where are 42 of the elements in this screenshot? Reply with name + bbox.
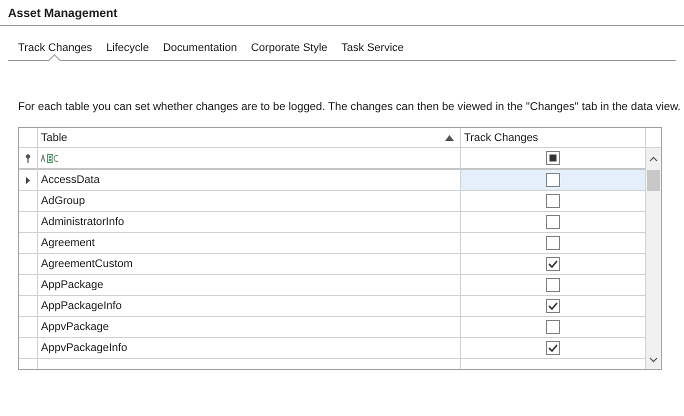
- scroll-up-icon[interactable]: [649, 156, 658, 162]
- checkbox[interactable]: [546, 341, 560, 355]
- checkbox[interactable]: [546, 173, 560, 187]
- checkbox[interactable]: [546, 151, 560, 165]
- table-cell[interactable]: AdGroup: [38, 191, 461, 212]
- table-cell[interactable]: AgreementCustom: [38, 254, 461, 275]
- vertical-scrollbar[interactable]: [646, 148, 661, 369]
- row-indicator-cell[interactable]: [19, 233, 38, 254]
- row-indicator-cell[interactable]: [19, 296, 38, 317]
- filter-pin-icon: [25, 154, 31, 162]
- tab[interactable]: Documentation: [156, 36, 244, 59]
- table-cell[interactable]: AccessData: [38, 170, 461, 191]
- checkbox[interactable]: [546, 278, 560, 292]
- row-indicator-cell[interactable]: [19, 317, 38, 338]
- row-indicator-cell[interactable]: [19, 191, 38, 212]
- tab[interactable]: Task Service: [334, 36, 411, 59]
- checkbox[interactable]: [546, 236, 560, 250]
- description-text: For each table you can set whether changes are to be logged. The changes can then be viewed in the "Changes" tab in the data view.: [18, 101, 681, 113]
- text-filter-icon[interactable]: [41, 154, 59, 162]
- checkbox[interactable]: [546, 194, 560, 208]
- table-cell[interactable]: AppPackage: [38, 275, 461, 296]
- checkbox[interactable]: [546, 320, 560, 334]
- row-indicator-cell[interactable]: [19, 212, 38, 233]
- table-cell[interactable]: AppPackageInfo: [38, 296, 461, 317]
- table-cell[interactable]: AdministratorInfo: [38, 212, 461, 233]
- table-cell[interactable]: AppvPackageInfo: [38, 338, 461, 359]
- window-title: Asset Management: [8, 5, 118, 22]
- tab[interactable]: Lifecycle: [99, 36, 156, 59]
- column-header[interactable]: Track Changes: [461, 128, 646, 148]
- tab[interactable]: Corporate Style: [244, 36, 334, 59]
- column-header[interactable]: Table: [38, 128, 461, 148]
- row-indicator-cell[interactable]: [19, 275, 38, 296]
- row-indicator-cell[interactable]: [19, 254, 38, 275]
- checkbox[interactable]: [546, 257, 560, 271]
- table-cell[interactable]: AppvPackage: [38, 317, 461, 338]
- scroll-down-icon[interactable]: [649, 357, 658, 363]
- scrollbar-thumb[interactable]: [647, 170, 660, 191]
- row-indicator-cell[interactable]: [19, 170, 38, 191]
- checkbox[interactable]: [546, 215, 560, 229]
- table-cell[interactable]: Agreement: [38, 233, 461, 254]
- checkbox[interactable]: [546, 299, 560, 313]
- row-indicator-cell[interactable]: [19, 338, 38, 359]
